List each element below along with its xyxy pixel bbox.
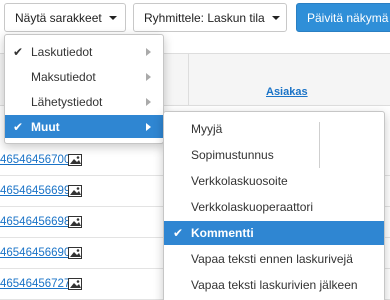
invoice-link[interactable]: 46546456727 (0, 278, 70, 290)
check-icon: ✔ (173, 226, 184, 240)
submenu-item-label: Vapaa teksti ennen laskurivejä (191, 252, 353, 266)
menu-item-laskutiedot[interactable]: ✔ Laskutiedot (5, 40, 163, 63)
menu-item-label: Muut (31, 119, 60, 134)
header-divider (188, 53, 189, 106)
group-by-label: Ryhmittele: Laskun tila (144, 10, 265, 25)
menu-item-muut[interactable]: ✔ Muut (5, 115, 163, 138)
refresh-view-label: Päivitä näkymä (307, 10, 389, 25)
menu-item-label: Laskutiedot (31, 44, 93, 59)
chevron-right-icon (146, 123, 151, 131)
app-root: Näytä sarakkeet Ryhmittele: Laskun tila … (0, 0, 390, 300)
invoice-link[interactable]: 46546456699 (0, 185, 70, 197)
menu-item-lahetystiedot[interactable]: Lähetystiedot (5, 90, 163, 113)
caret-down-icon (108, 15, 117, 20)
image-icon[interactable] (68, 247, 82, 259)
image-icon[interactable] (68, 154, 82, 166)
check-icon: ✔ (13, 120, 24, 134)
submenu-item-verkkolaskuosoite[interactable]: Verkkolaskuosoite (164, 169, 384, 193)
submenu-item-myyja[interactable]: Myyjä (164, 117, 384, 141)
menu-item-label: Maksutiedot (31, 69, 96, 84)
submenu-item-sopimustunnus[interactable]: Sopimustunnus (164, 143, 384, 167)
show-columns-label: Näytä sarakkeet (15, 10, 102, 25)
group-by-button[interactable]: Ryhmittele: Laskun tila (133, 3, 287, 32)
invoice-link[interactable]: 46546456698 (0, 216, 70, 228)
invoice-link[interactable]: 46546456700 (0, 154, 70, 166)
submenu-item-label: Kommentti (191, 226, 254, 240)
submenu-item-label: Myyjä (191, 122, 223, 136)
submenu-item-kommentti[interactable]: ✔ Kommentti (164, 221, 384, 245)
chevron-right-icon (146, 98, 151, 106)
muut-submenu: Myyjä Sopimustunnus Verkkolaskuosoite Ve… (163, 111, 385, 300)
check-icon: ✔ (13, 45, 24, 59)
submenu-item-label: Verkkolaskuoperaattori (191, 200, 314, 214)
customer-column-header[interactable]: Asiakas (266, 86, 308, 98)
submenu-item-vapaa-teksti-jalkeen[interactable]: Vapaa teksti laskurivien jälkeen (164, 273, 384, 297)
show-columns-button[interactable]: Näytä sarakkeet (4, 3, 126, 32)
image-icon[interactable] (68, 185, 82, 197)
caret-down-icon (271, 15, 280, 20)
submenu-item-label: Verkkolaskuosoite (191, 174, 288, 188)
submenu-item-label: Vapaa teksti laskurivien jälkeen (191, 278, 358, 292)
submenu-item-verkkolaskuoperaattori[interactable]: Verkkolaskuoperaattori (164, 195, 384, 219)
image-icon[interactable] (68, 278, 82, 290)
submenu-item-vapaa-teksti-ennen[interactable]: Vapaa teksti ennen laskurivejä (164, 247, 384, 271)
submenu-item-label: Sopimustunnus (191, 148, 274, 162)
chevron-right-icon (146, 73, 151, 81)
image-icon[interactable] (68, 216, 82, 228)
chevron-right-icon (146, 48, 151, 56)
invoice-link[interactable]: 46546456690 (0, 247, 70, 259)
menu-item-maksutiedot[interactable]: Maksutiedot (5, 65, 163, 88)
columns-dropdown-menu: ✔ Laskutiedot Maksutiedot Lähetystiedot … (4, 34, 164, 144)
refresh-view-button[interactable]: Päivitä näkymä (296, 3, 390, 32)
menu-item-label: Lähetystiedot (31, 94, 103, 109)
